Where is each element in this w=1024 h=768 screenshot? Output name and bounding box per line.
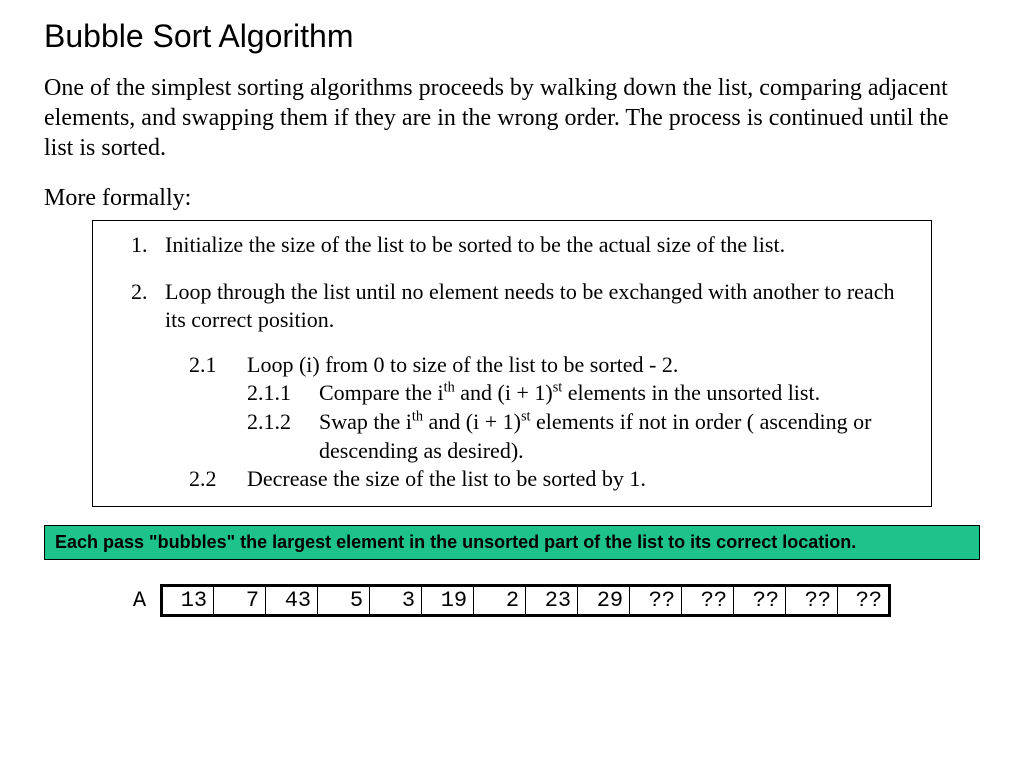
algorithm-box: Initialize the size of the list to be so… bbox=[92, 220, 932, 507]
array-cell: ?? bbox=[838, 585, 890, 615]
algo-step-2-1-2: 2.1.2 Swap the ith and (i + 1)st element… bbox=[247, 408, 917, 465]
algo-step-1: Initialize the size of the list to be so… bbox=[153, 231, 917, 260]
array-cell: 19 bbox=[422, 585, 474, 615]
step-text: Decrease the size of the list to be sort… bbox=[247, 465, 917, 494]
array-cell: ?? bbox=[630, 585, 682, 615]
algo-step-2-1: 2.1 Loop (i) from 0 to size of the list … bbox=[189, 351, 917, 380]
step-text: Compare the ith and (i + 1)st elements i… bbox=[319, 379, 917, 408]
array-cell: 29 bbox=[578, 585, 630, 615]
intro-paragraph: One of the simplest sorting algorithms p… bbox=[44, 73, 980, 163]
step-number: 2.1.2 bbox=[247, 408, 319, 465]
step-number: 2.1 bbox=[189, 351, 247, 380]
step-text: Loop (i) from 0 to size of the list to b… bbox=[247, 351, 917, 380]
array-visualization: A 13743531922329?????????? bbox=[44, 584, 980, 617]
callout-highlight: Each pass "bubbles" the largest element … bbox=[44, 525, 980, 560]
algo-step-2-1-1: 2.1.1 Compare the ith and (i + 1)st elem… bbox=[247, 379, 917, 408]
array-cell: 23 bbox=[526, 585, 578, 615]
array-cell: 5 bbox=[318, 585, 370, 615]
array-cell: 2 bbox=[474, 585, 526, 615]
array-cell: ?? bbox=[786, 585, 838, 615]
step-text: Swap the ith and (i + 1)st elements if n… bbox=[319, 408, 917, 465]
array-table: 13743531922329?????????? bbox=[160, 584, 891, 617]
step-number: 2.2 bbox=[189, 465, 247, 494]
algo-step-2-2: 2.2 Decrease the size of the list to be … bbox=[189, 465, 917, 494]
array-cell: 7 bbox=[214, 585, 266, 615]
array-cell: ?? bbox=[682, 585, 734, 615]
lead-label: More formally: bbox=[44, 185, 980, 212]
array-cell: 13 bbox=[162, 585, 214, 615]
array-cell: 3 bbox=[370, 585, 422, 615]
algo-step-2-text: Loop through the list until no element n… bbox=[165, 279, 894, 333]
array-cell: ?? bbox=[734, 585, 786, 615]
array-cell: 43 bbox=[266, 585, 318, 615]
algo-step-2: Loop through the list until no element n… bbox=[153, 278, 917, 494]
step-number: 2.1.1 bbox=[247, 379, 319, 408]
array-label: A bbox=[133, 588, 146, 613]
slide-title: Bubble Sort Algorithm bbox=[44, 18, 980, 55]
